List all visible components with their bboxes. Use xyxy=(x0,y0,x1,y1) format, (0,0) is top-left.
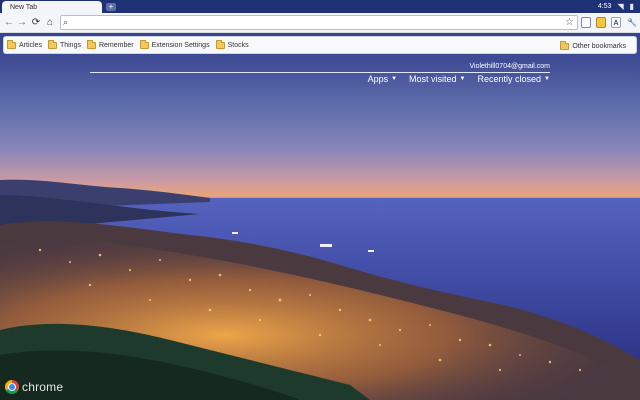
chrome-brand: chrome xyxy=(5,380,63,394)
apps-menu[interactable]: Apps ▼ xyxy=(368,74,397,84)
wrench-icon[interactable]: 🔧 xyxy=(627,17,637,28)
bookmark-label: Other bookmarks xyxy=(572,42,626,50)
brand-text: chrome xyxy=(22,380,64,394)
folder-icon xyxy=(86,39,96,49)
bookmark-folder-stocks[interactable]: Stocks xyxy=(215,38,249,52)
back-icon: ← xyxy=(4,17,14,28)
bookmark-star-icon[interactable]: ☆ xyxy=(565,16,574,29)
new-tab-button[interactable]: + xyxy=(106,3,116,11)
bookmark-label: Articles xyxy=(19,41,42,49)
home-button[interactable]: ⌂ xyxy=(44,16,56,29)
menu-label: Recently closed xyxy=(477,74,542,84)
bookmark-label: Extension Settings xyxy=(151,41,210,49)
reload-icon: ⟳ xyxy=(31,17,41,28)
folder-icon xyxy=(47,39,57,49)
folder-icon xyxy=(560,40,570,50)
tab-strip: New Tab + 4:53 ◥ ▮ xyxy=(0,0,640,14)
status-tray: 4:53 ◥ ▮ xyxy=(598,0,634,13)
bookmark-label: Remember xyxy=(98,41,134,49)
search-icon: ⌕ xyxy=(63,17,69,27)
recently-closed-menu[interactable]: Recently closed ▼ xyxy=(478,74,551,84)
menu-label: Apps xyxy=(367,74,389,84)
caret-down-icon: ▼ xyxy=(459,76,466,82)
back-button[interactable]: ← xyxy=(3,16,15,29)
wallpaper-background xyxy=(0,0,640,400)
omnibox-input[interactable] xyxy=(73,17,553,28)
omnibox[interactable]: ⌕ ☆ xyxy=(60,15,578,30)
extension-a-icon[interactable]: A xyxy=(611,17,621,28)
tab-title: New Tab xyxy=(10,4,38,11)
bookmark-folder-remember[interactable]: Remember xyxy=(86,38,134,52)
forward-button[interactable]: → xyxy=(16,16,28,29)
toolbar: ← → ⟳ ⌂ ⌕ ☆ A 🔧 xyxy=(0,13,640,33)
other-bookmarks-folder[interactable]: Other bookmarks xyxy=(560,39,626,53)
caret-down-icon: ▼ xyxy=(391,76,398,82)
bookmark-folder-things[interactable]: Things xyxy=(47,38,81,52)
home-icon: ⌂ xyxy=(46,17,54,28)
bookmark-label: Things xyxy=(59,41,81,49)
city-landscape xyxy=(0,179,640,400)
folder-icon xyxy=(215,39,225,49)
chrome-logo-icon xyxy=(5,380,19,394)
menu-label: Most visited xyxy=(409,74,457,84)
extension-note-icon[interactable] xyxy=(596,17,606,28)
folder-icon xyxy=(139,39,149,49)
bookmarks-bar: Articles Things Remember Extension Setti… xyxy=(3,36,637,54)
most-visited-menu[interactable]: Most visited ▼ xyxy=(409,74,465,84)
ntp-menu-bar: Apps ▼ Most visited ▼ Recently closed ▼ xyxy=(368,74,550,84)
bookmark-folder-extension-settings[interactable]: Extension Settings xyxy=(139,38,210,52)
clock: 4:53 xyxy=(597,3,612,10)
extension-page-icon[interactable] xyxy=(581,17,591,28)
ntp-divider xyxy=(90,72,550,73)
forward-icon: → xyxy=(17,17,27,28)
reload-button[interactable]: ⟳ xyxy=(30,16,42,29)
account-email[interactable]: Violethill0704@gmail.com xyxy=(469,63,550,70)
battery-icon[interactable]: ▮ xyxy=(630,2,634,11)
caret-down-icon: ▼ xyxy=(544,76,550,82)
bookmark-label: Stocks xyxy=(227,41,249,49)
wifi-icon[interactable]: ◥ xyxy=(617,2,623,11)
bookmark-folder-articles[interactable]: Articles xyxy=(7,38,42,52)
folder-icon xyxy=(7,39,16,49)
